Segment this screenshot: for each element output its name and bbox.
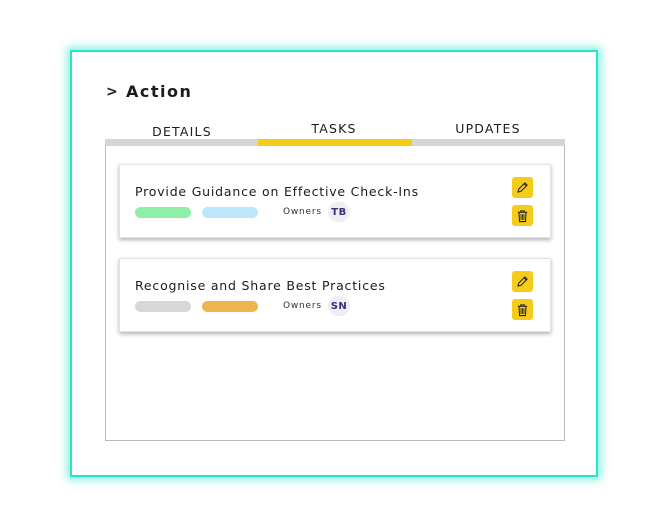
task-title: Recognise and Share Best Practices xyxy=(135,278,386,293)
owners-label: Owners xyxy=(283,301,322,311)
owner-avatar[interactable]: TB xyxy=(328,202,350,222)
edit-button[interactable] xyxy=(512,271,533,292)
status-tag xyxy=(135,301,191,312)
tab-list: DETAILS TASKS UPDATES xyxy=(105,116,565,140)
owner-avatar[interactable]: SN xyxy=(328,296,350,316)
delete-button[interactable] xyxy=(512,205,533,226)
task-card[interactable]: Provide Guidance on Effective Check-Ins … xyxy=(119,164,551,238)
status-tag xyxy=(135,207,191,218)
trash-icon xyxy=(517,209,528,222)
edit-button[interactable] xyxy=(512,177,533,198)
pencil-icon xyxy=(517,182,528,193)
tab-indicator-track xyxy=(105,139,565,146)
task-list: Provide Guidance on Effective Check-Ins … xyxy=(105,146,565,441)
task-card[interactable]: Recognise and Share Best Practices Owner… xyxy=(119,258,551,332)
tab-updates[interactable]: UPDATES xyxy=(411,116,565,140)
chevron-right-icon[interactable]: > xyxy=(106,84,126,100)
panel-title: Action xyxy=(126,82,193,101)
action-panel: > Action DETAILS TASKS UPDATES Provide G… xyxy=(70,50,598,477)
trash-icon xyxy=(517,303,528,316)
category-tag xyxy=(202,301,258,312)
pencil-icon xyxy=(517,276,528,287)
task-title: Provide Guidance on Effective Check-Ins xyxy=(135,184,419,199)
delete-button[interactable] xyxy=(512,299,533,320)
panel-header: > Action xyxy=(106,82,192,101)
active-tab-indicator xyxy=(258,139,412,146)
category-tag xyxy=(202,207,258,218)
owners-label: Owners xyxy=(283,207,322,217)
tab-tasks[interactable]: TASKS xyxy=(257,116,411,140)
